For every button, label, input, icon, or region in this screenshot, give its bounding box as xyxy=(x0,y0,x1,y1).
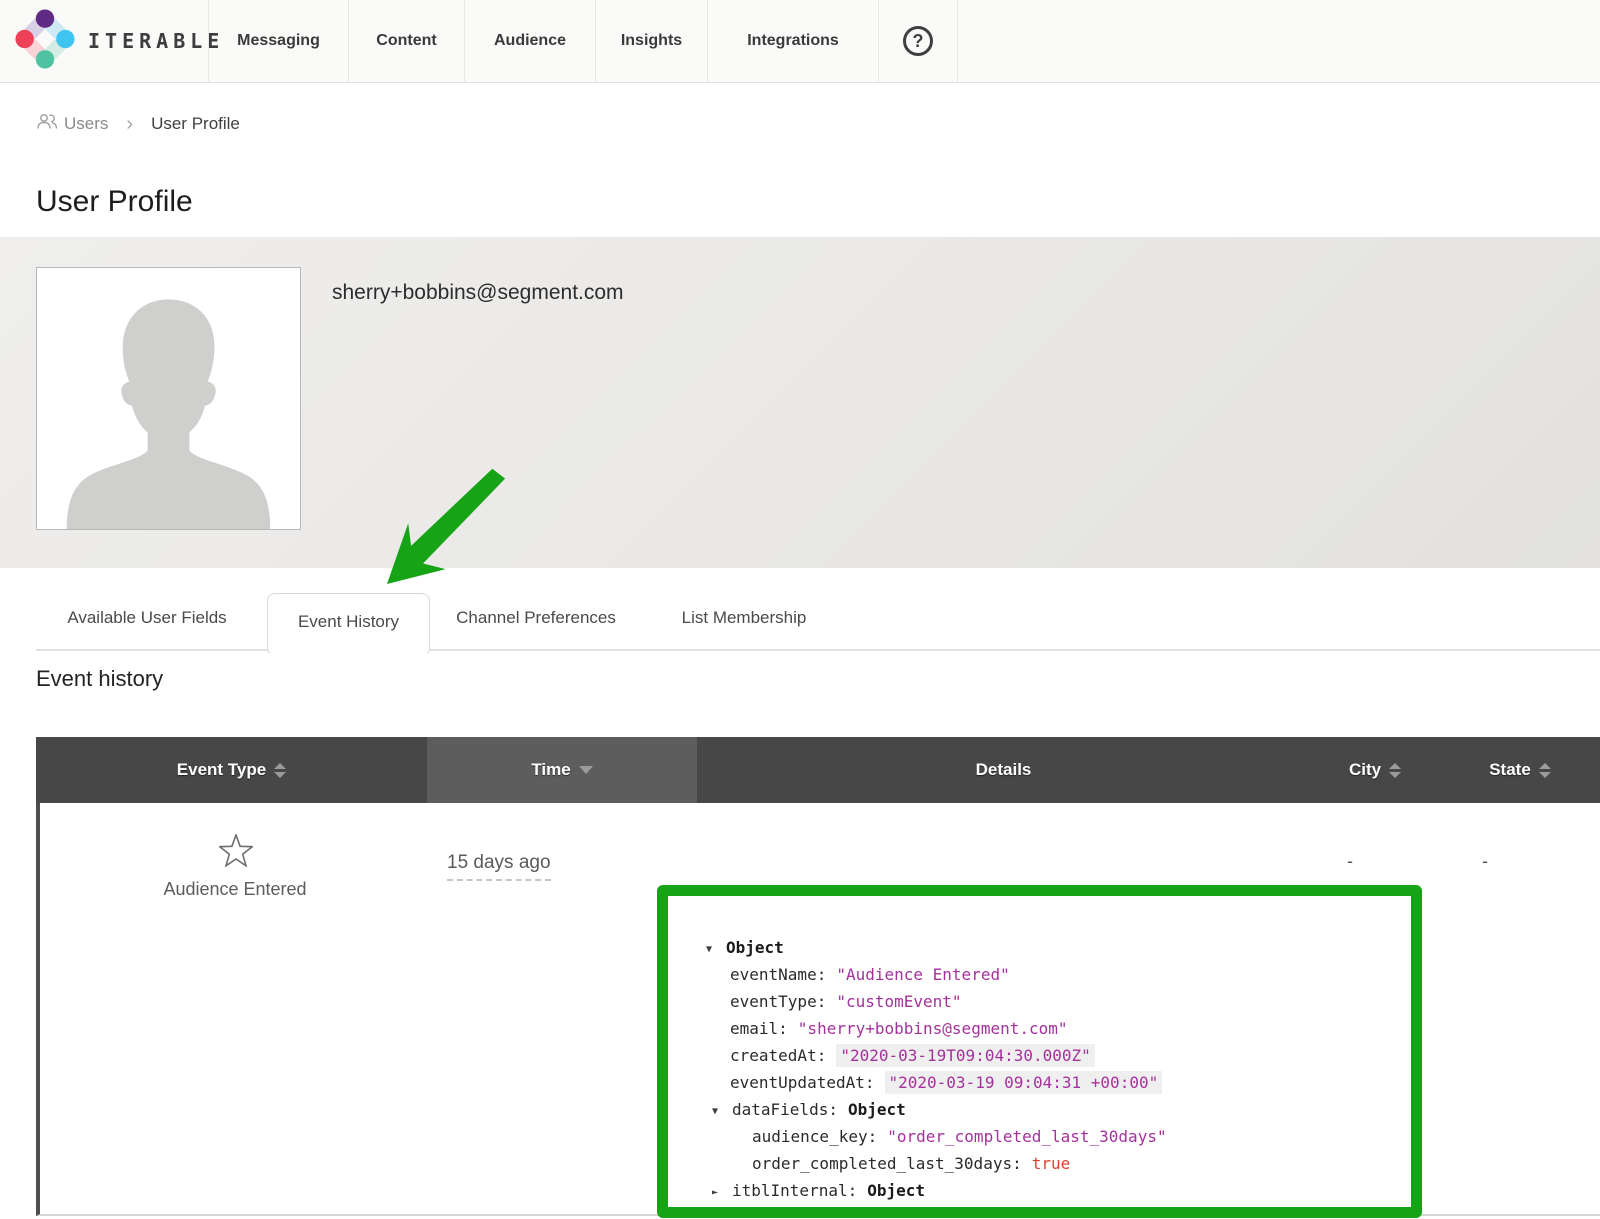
city-value: - xyxy=(1340,851,1360,872)
collapse-toggle-icon[interactable]: ▼ xyxy=(706,936,726,963)
details-json-tree: ▼Object eventName:"Audience Entered" eve… xyxy=(706,934,1167,1204)
json-line: audience_key:"order_completed_last_30day… xyxy=(706,1123,1167,1150)
profile-hero: sherry+bobbins@segment.com xyxy=(0,237,1600,568)
event-type-value: Audience Entered xyxy=(135,879,335,900)
json-line: ►itblInternal:Object xyxy=(706,1177,1167,1204)
iterable-diamond-icon xyxy=(14,8,76,75)
json-line: eventType:"customEvent" xyxy=(706,988,1167,1015)
table-header: Event Type Time Details City State xyxy=(36,737,1600,803)
profile-email: sherry+bobbins@segment.com xyxy=(332,281,624,305)
tab-available-user-fields[interactable]: Available User Fields xyxy=(47,600,247,636)
tab-list-membership[interactable]: List Membership xyxy=(664,600,824,636)
nav-item-content[interactable]: Content xyxy=(348,0,464,82)
page-title: User Profile xyxy=(36,185,193,219)
question-mark-icon: ? xyxy=(903,26,933,56)
json-line: ▼dataFields:Object xyxy=(706,1096,1167,1123)
tab-channel-preferences[interactable]: Channel Preferences xyxy=(436,600,636,636)
nav-item-insights[interactable]: Insights xyxy=(595,0,707,82)
json-line: ▼Object xyxy=(706,934,1167,961)
iterable-logo[interactable]: ITERABLE xyxy=(0,0,208,82)
top-nav: ITERABLE Messaging Content Audience Insi… xyxy=(0,0,1600,83)
users-icon xyxy=(36,113,58,135)
avatar xyxy=(36,267,301,530)
nav-item-messaging[interactable]: Messaging xyxy=(208,0,348,82)
nav-item-audience[interactable]: Audience xyxy=(464,0,595,82)
json-line: eventUpdatedAt:"2020-03-19 09:04:31 +00:… xyxy=(706,1069,1167,1096)
chevron-right-icon: › xyxy=(118,113,141,136)
event-type-star-icon xyxy=(219,834,253,872)
column-header-event-type[interactable]: Event Type xyxy=(36,737,427,803)
table-row: Audience Entered 15 days ago - - ▼Object… xyxy=(36,803,1600,1216)
column-header-city[interactable]: City xyxy=(1310,737,1440,803)
breadcrumb-users-label: Users xyxy=(64,114,108,134)
json-line: createdAt:"2020-03-19T09:04:30.000Z" xyxy=(706,1042,1167,1069)
sort-icon xyxy=(1539,763,1551,778)
tab-event-history[interactable]: Event History xyxy=(267,593,430,656)
user-profile-page: ITERABLE Messaging Content Audience Insi… xyxy=(0,0,1600,1219)
brand-wordmark: ITERABLE xyxy=(88,29,224,53)
json-line: eventName:"Audience Entered" xyxy=(706,961,1167,988)
state-value: - xyxy=(1475,851,1495,872)
breadcrumb-current: User Profile xyxy=(151,114,240,134)
event-history-table: Event Type Time Details City State xyxy=(36,737,1600,1216)
json-line: email:"sherry+bobbins@segment.com" xyxy=(706,1015,1167,1042)
breadcrumb-users-link[interactable]: Users xyxy=(36,113,108,135)
collapse-toggle-icon[interactable]: ▼ xyxy=(712,1098,732,1125)
column-header-state[interactable]: State xyxy=(1440,737,1600,803)
expand-toggle-icon[interactable]: ► xyxy=(712,1179,732,1206)
breadcrumb: Users › User Profile xyxy=(36,110,240,138)
nav-item-integrations[interactable]: Integrations xyxy=(707,0,878,82)
section-heading: Event history xyxy=(36,666,163,692)
column-header-time[interactable]: Time xyxy=(427,737,697,803)
column-header-details[interactable]: Details xyxy=(697,737,1310,803)
help-button[interactable]: ? xyxy=(878,0,958,82)
sort-desc-icon xyxy=(579,766,593,774)
sort-icon xyxy=(274,763,286,778)
sort-icon xyxy=(1389,763,1401,778)
time-value[interactable]: 15 days ago xyxy=(447,852,551,881)
json-line: order_completed_last_30days:true xyxy=(706,1150,1167,1177)
